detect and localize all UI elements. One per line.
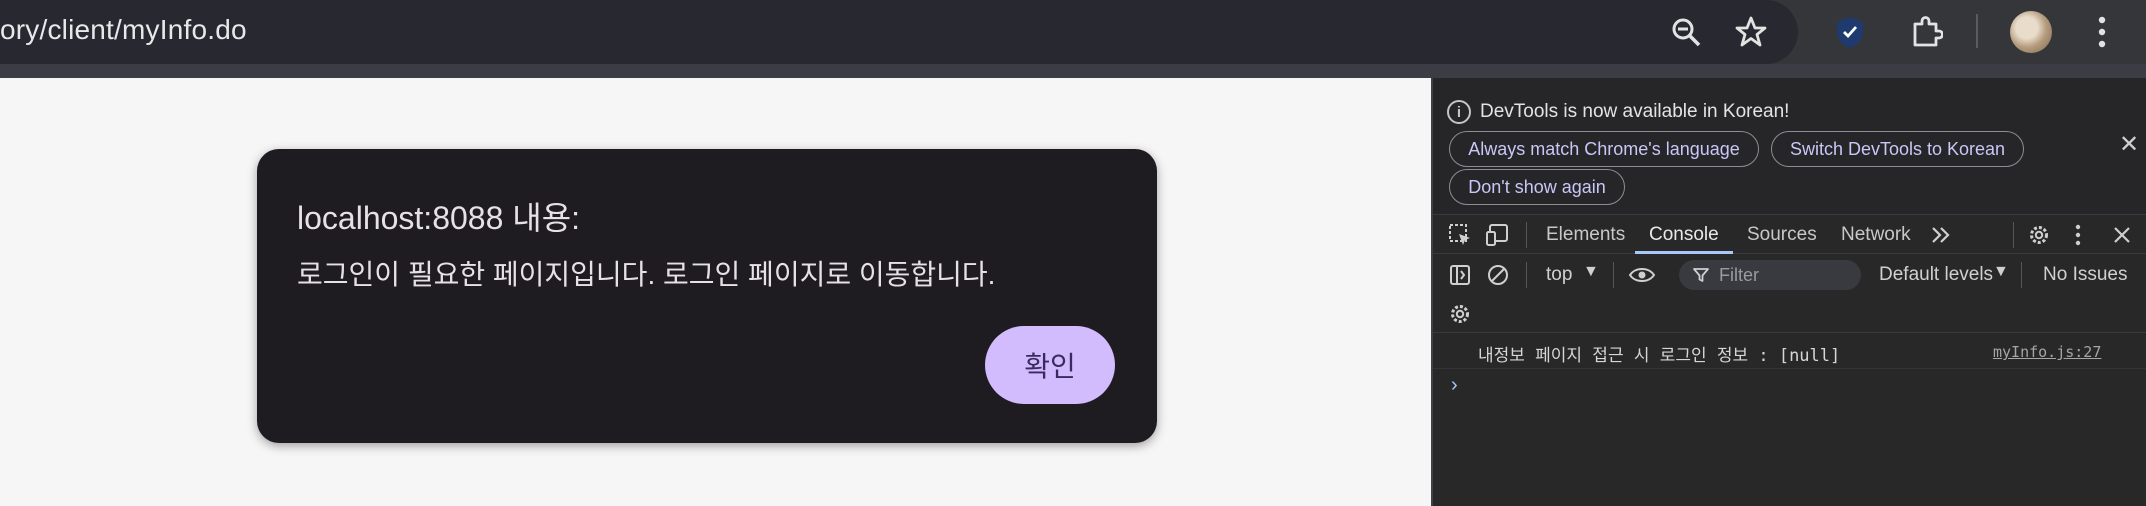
active-tab-indicator bbox=[1635, 251, 1733, 254]
context-selector[interactable]: top bbox=[1546, 264, 1572, 286]
context-dropdown-icon[interactable]: ▼ bbox=[1583, 263, 1599, 281]
dialog-message: 로그인이 필요한 페이지입니다. 로그인 페이지로 이동합니다. bbox=[297, 259, 996, 290]
toolbar-separator bbox=[1976, 14, 1978, 48]
infobar-close-icon[interactable]: ✕ bbox=[2119, 130, 2139, 159]
tab-sources[interactable]: Sources bbox=[1747, 224, 1817, 246]
issues-counter[interactable]: No Issues bbox=[2043, 264, 2127, 286]
console-settings-row bbox=[1433, 295, 2146, 333]
devtools-settings-icon[interactable] bbox=[2024, 220, 2054, 250]
log-source-link[interactable]: myInfo.js:27 bbox=[1993, 343, 2101, 361]
info-icon: i bbox=[1447, 100, 1471, 124]
clear-console-icon[interactable] bbox=[1483, 260, 1513, 290]
console-filter-input[interactable]: Filter bbox=[1679, 260, 1861, 290]
live-expression-eye-icon[interactable] bbox=[1625, 260, 1659, 290]
console-log-entry: 내정보 페이지 접근 시 로그인 정보 : [null] myInfo.js:2… bbox=[1433, 333, 2146, 369]
log-levels-dropdown[interactable]: Default levels bbox=[1879, 264, 1993, 286]
browser-toolbar: ory/client/myInfo.do bbox=[0, 0, 2146, 78]
devtools-tabbar: Elements Console Sources Network bbox=[1433, 214, 2146, 254]
dont-show-again-button[interactable]: Don't show again bbox=[1449, 169, 1625, 205]
toolbar-separator bbox=[1526, 262, 1527, 288]
address-bar-url[interactable]: ory/client/myInfo.do bbox=[0, 14, 247, 46]
console-settings-icon[interactable] bbox=[1445, 299, 1475, 329]
devtools-panel: i DevTools is now available in Korean! A… bbox=[1431, 78, 2146, 506]
toolbar-separator bbox=[2021, 262, 2022, 288]
inspect-element-icon[interactable] bbox=[1445, 220, 1475, 250]
more-tabs-chevron-icon[interactable] bbox=[1927, 221, 1955, 249]
tab-console[interactable]: Console bbox=[1649, 224, 1719, 246]
zoom-icon[interactable] bbox=[1666, 12, 1706, 52]
devtools-close-icon[interactable] bbox=[2107, 220, 2137, 250]
tab-separator bbox=[1526, 222, 1527, 248]
devtools-infobar: i DevTools is now available in Korean! A… bbox=[1433, 78, 2146, 214]
device-toolbar-icon[interactable] bbox=[1483, 220, 1513, 250]
filter-icon bbox=[1693, 268, 1709, 282]
console-toolbar: top ▼ Filter Default levels ▼ No Issues bbox=[1433, 255, 2146, 295]
devtools-menu-icon[interactable] bbox=[2063, 220, 2093, 250]
infobar-text: DevTools is now available in Korean! bbox=[1480, 101, 1790, 122]
toolbar-strip bbox=[0, 64, 2146, 78]
tab-separator bbox=[2013, 222, 2014, 248]
switch-to-korean-button[interactable]: Switch DevTools to Korean bbox=[1771, 131, 2024, 167]
browser-menu-icon[interactable] bbox=[2082, 12, 2122, 52]
toolbar-separator bbox=[1613, 262, 1614, 288]
extension-check-icon[interactable] bbox=[1830, 12, 1870, 52]
sidebar-toggle-icon[interactable] bbox=[1445, 260, 1475, 290]
log-message: 내정보 페이지 접근 시 로그인 정보 : [null] bbox=[1478, 346, 1841, 366]
console-prompt[interactable]: › bbox=[1451, 374, 1458, 397]
ok-button[interactable]: 확인 bbox=[985, 326, 1115, 404]
tab-network[interactable]: Network bbox=[1841, 224, 1911, 246]
log-levels-dropdown-icon[interactable]: ▼ bbox=[1993, 263, 2009, 281]
profile-avatar[interactable] bbox=[2010, 11, 2052, 53]
bookmark-star-icon[interactable] bbox=[1731, 12, 1771, 52]
alert-dialog: localhost:8088 내용: 로그인이 필요한 페이지입니다. 로그인 … bbox=[257, 149, 1157, 443]
page-content: localhost:8088 내용: 로그인이 필요한 페이지입니다. 로그인 … bbox=[0, 78, 1431, 506]
tab-elements[interactable]: Elements bbox=[1546, 224, 1625, 246]
address-bar[interactable]: ory/client/myInfo.do bbox=[0, 0, 1798, 64]
always-match-language-button[interactable]: Always match Chrome's language bbox=[1449, 131, 1759, 167]
extensions-puzzle-icon[interactable] bbox=[1906, 12, 1946, 52]
dialog-title: localhost:8088 내용: bbox=[297, 200, 581, 236]
filter-placeholder: Filter bbox=[1719, 265, 1759, 285]
